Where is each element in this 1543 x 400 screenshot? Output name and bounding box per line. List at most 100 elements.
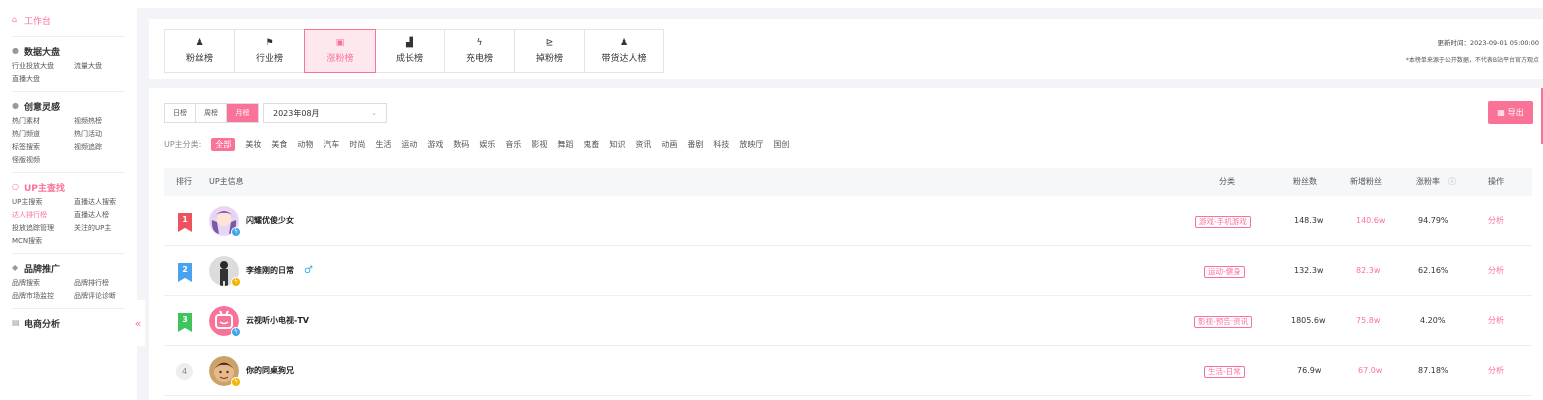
rank-badge: 4 <box>176 363 193 380</box>
sidebar-section-ecommerce[interactable]: ▤ 电商分析 <box>0 313 137 333</box>
fans-count: 76.9w <box>1297 366 1322 375</box>
sidebar-group-creative: 热门素材 视频热榜 热门频道 热门活动 标签搜索 视频追踪 怪版视频 <box>0 116 137 166</box>
tab-charge[interactable]: ϟ 充电榜 <box>445 30 515 72</box>
category-item[interactable]: 运动 <box>401 139 417 150</box>
category-item[interactable]: 美食 <box>271 139 287 150</box>
category-item[interactable]: 美妆 <box>245 139 261 150</box>
up-name[interactable]: 你的同桌狗兄 <box>246 346 294 396</box>
up-name[interactable]: 闪耀优俊少女 <box>246 196 294 246</box>
up-name[interactable]: 李维刚的日常 <box>246 246 294 296</box>
sidebar-section-data[interactable]: ● 数据大盘 <box>0 41 137 61</box>
period-day[interactable]: 日榜 <box>165 104 196 122</box>
up-name[interactable]: 云视听小电视-TV <box>246 296 309 346</box>
collapse-sidebar-button[interactable]: « <box>131 300 145 346</box>
sidebar-item[interactable]: 品牌市场监控 <box>12 291 74 302</box>
sidebar-section-brand[interactable]: ◆ 品牌推广 <box>0 258 137 278</box>
category-item[interactable]: 数码 <box>453 139 469 150</box>
rank-badge: 2 <box>178 263 192 282</box>
sidebar-item[interactable]: 直播达人搜索 <box>74 197 136 208</box>
category-item[interactable]: 游戏 <box>427 139 443 150</box>
sidebar-item[interactable]: 关注的UP主 <box>74 223 136 234</box>
sidebar-item[interactable]: 标签搜索 <box>12 142 74 153</box>
category-item[interactable]: 鬼畜 <box>583 139 599 150</box>
divider <box>12 308 125 309</box>
header-rank: 排行 <box>176 177 192 186</box>
sidebar-item[interactable]: 怪版视频 <box>12 155 74 166</box>
period-switch: 日榜 周榜 月榜 <box>164 103 259 123</box>
cart-icon: ▤ <box>12 318 20 327</box>
disclaimer: *本榜单来源于公开数据，不代表B站平台官方观点 <box>1405 57 1539 64</box>
category-item[interactable]: 放映厅 <box>739 139 763 150</box>
header-fans: 粉丝数 <box>1293 177 1317 186</box>
tab-sellers[interactable]: ♟ 带货达人榜 <box>585 30 663 72</box>
analyze-link[interactable]: 分析 <box>1488 296 1504 346</box>
sidebar-item[interactable]: 视频追踪 <box>74 142 136 153</box>
sidebar-item[interactable]: 行业投放大盘 <box>12 61 74 72</box>
category-item[interactable]: 影视 <box>531 139 547 150</box>
sidebar-section-up-search[interactable]: ○ UP主查找 <box>0 177 137 197</box>
analyze-link[interactable]: 分析 <box>1488 196 1504 246</box>
sidebar-item[interactable]: UP主搜索 <box>12 197 74 208</box>
tab-fans[interactable]: ♟ 粉丝榜 <box>165 30 235 72</box>
sidebar-item[interactable]: MCN搜索 <box>12 236 74 247</box>
sidebar-item[interactable]: 热门素材 <box>12 116 74 127</box>
table-row: 1 ϟ 闪耀优俊少女 游戏-手机游戏 148.3w 140.6w 94.79% … <box>164 196 1532 246</box>
sidebar: ⌂ 工作台 ● 数据大盘 行业投放大盘 流量大盘 直播大盘 ● 创意灵感 热门素材 视… <box>0 0 137 400</box>
tab-growth[interactable]: ▟ 成长榜 <box>375 30 445 72</box>
sidebar-item[interactable]: 品牌排行榜 <box>74 278 136 289</box>
male-icon: ♂ <box>304 265 313 276</box>
month-select[interactable]: 2023年08月 ⌄ <box>263 103 387 123</box>
category-item[interactable]: 科技 <box>713 139 729 150</box>
category-item[interactable]: 资讯 <box>635 139 651 150</box>
category-item[interactable]: 知识 <box>609 139 625 150</box>
category-item[interactable]: 娱乐 <box>479 139 495 150</box>
category-item[interactable]: 时尚 <box>349 139 365 150</box>
category-item[interactable]: 番剧 <box>687 139 703 150</box>
pie-icon: ● <box>12 46 19 55</box>
tab-industry[interactable]: ⚑ 行业榜 <box>235 30 305 72</box>
category-item[interactable]: 生活 <box>375 139 391 150</box>
category-item[interactable]: 汽车 <box>323 139 339 150</box>
category-item[interactable]: 国创 <box>773 139 789 150</box>
period-week[interactable]: 周榜 <box>196 104 227 122</box>
sidebar-section-creative[interactable]: ● 创意灵感 <box>0 96 137 116</box>
header-category: 分类 <box>1219 177 1235 186</box>
table-header: 排行 UP主信息 分类 粉丝数 新增粉丝 涨粉率 ⓘ 操作 <box>164 168 1532 196</box>
verified-icon: ϟ <box>231 377 241 387</box>
tab-fan-growth[interactable]: ▣ 涨粉榜 <box>304 29 376 73</box>
sidebar-item[interactable]: 直播达人榜 <box>74 210 136 221</box>
tab-fan-loss[interactable]: ⊵ 掉粉榜 <box>515 30 585 72</box>
fans-count: 148.3w <box>1294 216 1324 225</box>
category-all[interactable]: 全部 <box>211 138 236 151</box>
analyze-link[interactable]: 分析 <box>1488 246 1504 296</box>
lightning-icon: ϟ <box>476 37 483 48</box>
sidebar-item[interactable]: 热门频道 <box>12 129 74 140</box>
info-icon[interactable]: ⓘ <box>1448 168 1456 196</box>
sidebar-workbench[interactable]: ⌂ 工作台 <box>0 10 137 30</box>
verified-icon: ϟ <box>231 277 241 287</box>
sidebar-item[interactable]: 直播大盘 <box>12 74 74 85</box>
period-month[interactable]: 月榜 <box>227 104 258 122</box>
header-action: 操作 <box>1488 177 1504 186</box>
category-item[interactable]: 动画 <box>661 139 677 150</box>
flag-icon: ⚑ <box>265 37 274 48</box>
rank-tabs: ♟ 粉丝榜 ⚑ 行业榜 ▣ 涨粉榜 ▟ 成长榜 ϟ 充电榜 ⊵ 掉粉榜 ♟ 带货达人榜 <box>164 29 664 73</box>
sidebar-item[interactable]: 品牌搜索 <box>12 278 74 289</box>
sidebar-item[interactable]: 流量大盘 <box>74 61 136 72</box>
sidebar-item[interactable]: 视频热榜 <box>74 116 136 127</box>
verified-icon: ϟ <box>231 327 241 337</box>
analyze-link[interactable]: 分析 <box>1488 346 1504 396</box>
export-button[interactable]: ▦ 导出 <box>1488 101 1533 124</box>
sidebar-item[interactable]: 投放追踪管理 <box>12 223 74 234</box>
sidebar-item-active[interactable]: 达人排行榜 <box>12 210 74 221</box>
sidebar-item[interactable]: 热门活动 <box>74 129 136 140</box>
growth-icon: ▣ <box>335 37 345 48</box>
update-time: 更新时间：2023-09-01 05:00:00 <box>1437 39 1539 47</box>
sidebar-item[interactable]: 品牌评论诊断 <box>74 291 136 302</box>
category-item[interactable]: 音乐 <box>505 139 521 150</box>
table-row: 3 ϟ 云视听小电视-TV 影视-预告·资讯 1805.6w 75.8w 4.2… <box>164 296 1532 346</box>
category-item[interactable]: 舞蹈 <box>557 139 573 150</box>
seller-icon: ♟ <box>619 37 629 48</box>
export-icon: ▦ <box>1497 108 1505 117</box>
category-item[interactable]: 动物 <box>297 139 313 150</box>
